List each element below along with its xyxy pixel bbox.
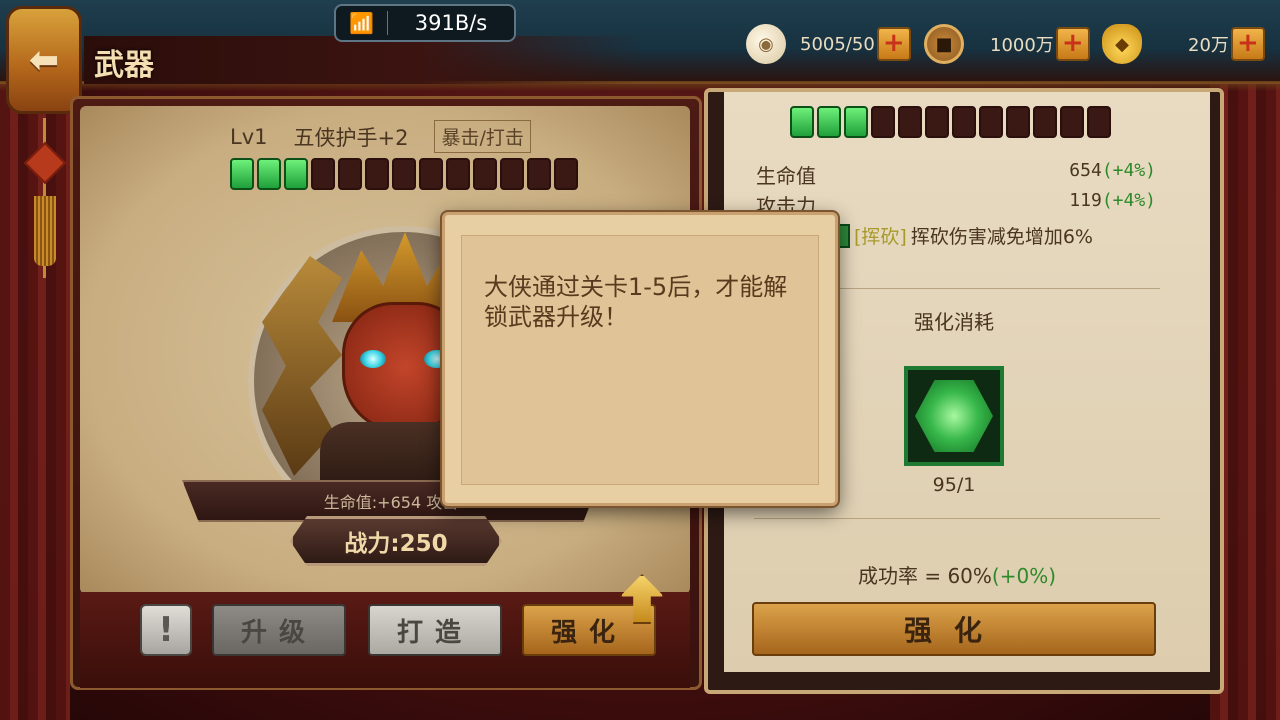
stat-value: 654 [1069,160,1102,181]
gem-slot-filled [230,158,254,190]
gold-value: 20万 [1188,35,1229,56]
gem-slot-empty [979,106,1003,138]
upgrade-button[interactable]: 升级 [212,604,346,656]
gem-slot-filled [817,106,841,138]
forge-button[interactable]: 打造 [368,604,502,656]
arrow-left-icon: ⬅ [28,39,60,81]
stat-value: 119 [1069,190,1102,211]
divider [754,518,1160,519]
item-tag: 暴击/打击 [434,120,531,153]
page-title: 武器 [94,48,154,83]
dialog-message: 大侠通过关卡1-5后，才能解锁武器升级！ [484,273,788,331]
gold-ingot-icon: ◆ [1102,24,1142,64]
cost-title: 强化消耗 [914,310,994,334]
stat-bonus: (+4%) [1101,160,1156,181]
coin-icon: ■ [924,24,964,64]
gem-slot-filled [257,158,281,190]
material-slot[interactable] [904,366,1004,466]
back-button[interactable]: ⬅ [6,6,82,114]
title-bar [84,36,644,84]
bun-icon: ◉ [746,24,786,64]
power-plate: 战力:250 [290,516,502,566]
gem-slot-empty [1087,106,1111,138]
stamina-resource: ◉ 5005/50 + [746,22,911,66]
gem-slot-empty [1033,106,1057,138]
success-rate-label: 成功率 = 60% [857,564,992,588]
add-gold-button[interactable]: + [1230,27,1265,61]
tassel-decoration [20,118,70,278]
gem-slot-empty [365,158,389,190]
item-name: 五侠护手+2 [293,125,409,150]
item-gem-slots [230,158,578,190]
stat-bonus: (+4%) [1101,190,1156,211]
gem-slot-empty [500,158,524,190]
gem-slot-empty [898,106,922,138]
gem-slot-empty [1006,106,1030,138]
gem-slot-empty [473,158,497,190]
info-button[interactable]: ! [140,604,192,656]
detail-gem-slots [790,106,1111,138]
gem-slot-empty [311,158,335,190]
skill-tag: [挥砍] [854,226,907,248]
success-rate: 成功率 = 60%(+0%) [754,560,1160,589]
gem-slot-filled [790,106,814,138]
stamina-value: 5005/50 [800,33,875,55]
gold-resource: ◆ 20万 + [1102,22,1265,66]
item-level: Lv1 [230,124,268,149]
stat-hp: 生命值 654(+4%) [756,160,1156,189]
gem-slot-empty [871,106,895,138]
gem-slot-empty [1060,106,1084,138]
add-coin-button[interactable]: + [1055,27,1090,61]
gem-slot-filled [284,158,308,190]
gem-slot-empty [446,158,470,190]
coin-resource: ■ 1000万 + [924,22,1090,66]
item-header: Lv1 五侠护手+2 暴击/打击 [230,120,531,153]
gem-slot-empty [392,158,416,190]
green-gem-icon [915,380,993,452]
gem-slot-empty [419,158,443,190]
enhance-button[interactable]: 强化 [752,602,1156,656]
network-indicator: 📶 391B/s [334,4,516,42]
success-rate-bonus: (+0%) [991,564,1057,588]
gem-slot-empty [952,106,976,138]
skill-text: 挥砍伤害减免增加6% [910,226,1093,248]
gem-slot-empty [925,106,949,138]
stat-label: 生命值 [756,164,816,188]
gem-slot-empty [338,158,362,190]
skill-line: [挥砍] 挥砍伤害减免增加6% [830,222,1093,249]
gem-slot-empty [527,158,551,190]
network-speed: 391B/s [414,11,488,35]
notice-dialog[interactable] [442,212,838,506]
gem-slot-empty [554,158,578,190]
wifi-icon: 📶 [336,11,388,35]
gem-slot-filled [844,106,868,138]
add-stamina-button[interactable]: + [876,27,911,61]
coin-value: 1000万 [990,35,1054,56]
material-count: 95/1 [932,474,976,496]
